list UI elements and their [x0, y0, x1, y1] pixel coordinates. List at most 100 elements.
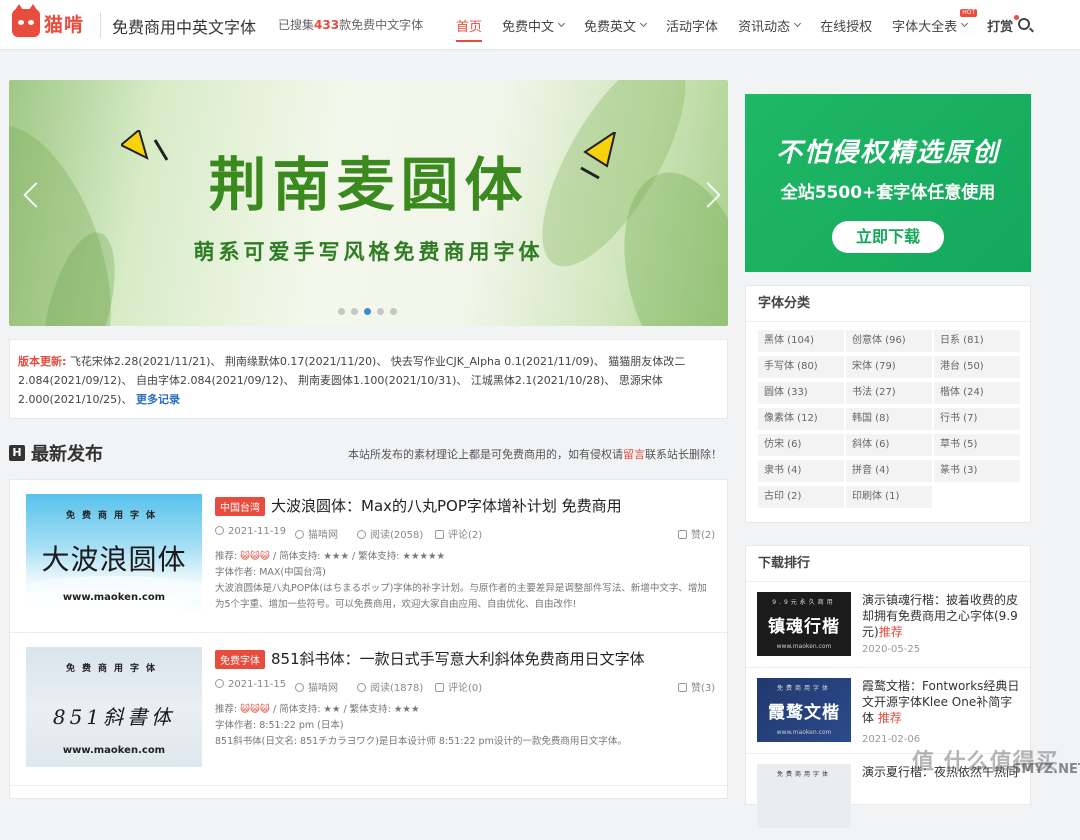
post-thumbnail[interactable]: 免费商用字体 大波浪圆体 www.maoken.com	[26, 494, 202, 614]
font-count-stats: 已搜集433款免费中文字体	[278, 18, 424, 32]
font-category-panel: 字体分类 黑体 (104) 创意体 (96) 日系 (81) 手写体 (80) 宋体 (…	[745, 285, 1031, 523]
ranking-date: 2020-05-25	[862, 644, 921, 655]
comment-icon	[435, 683, 444, 692]
hot-badge: HOT	[960, 9, 978, 17]
post-meta: 2021-11-15 猫啃网 阅读(1878) 评论(0) 赞(3)	[215, 679, 715, 694]
banner-subtitle: 萌系可爱手写风格免费商用字体	[193, 240, 544, 264]
site-header: 猫啃 免费商用中英文字体 已搜集433款免费中文字体 首页 免费中文 免费英文 …	[0, 0, 1080, 50]
panel-title: 字体分类	[746, 286, 1030, 322]
post-thumbnail[interactable]: 免费商用字体 851斜書体 www.maoken.com	[26, 647, 202, 767]
nav-online-license[interactable]: 在线授权	[820, 0, 872, 50]
logo-text: 猫啃	[44, 13, 85, 36]
hero-carousel[interactable]: 荆南麦圆体 萌系可爱手写风格免费商用字体	[9, 80, 728, 326]
main-nav: 首页 免费中文 免费英文 活动字体 资讯动态 在线授权 字体大全表 HOT 打赏	[456, 0, 1033, 50]
chevron-down-icon	[961, 19, 969, 27]
nav-news[interactable]: 资讯动态	[738, 0, 802, 50]
category-grid: 黑体 (104) 创意体 (96) 日系 (81) 手写体 (80) 宋体 (79) 港台…	[746, 322, 1030, 514]
post-author: 字体作者: 8:51:22 pm (日本)	[215, 720, 344, 731]
updates-text[interactable]: 飞花宋体2.28(2021/11/21)、 荆南缘默体0.17(2021/11/…	[18, 355, 685, 406]
category-tag[interactable]: 印刷体 (1)	[846, 486, 932, 508]
clock-icon	[215, 679, 224, 688]
nav-free-english[interactable]: 免费英文	[584, 0, 648, 50]
carousel-dot[interactable]	[351, 308, 358, 315]
post-category-badge[interactable]: 中国台湾	[215, 497, 265, 516]
category-tag[interactable]: 像素体 (12)	[758, 408, 844, 430]
watermark-url: SMYZ.NET	[1012, 762, 1080, 777]
nav-home[interactable]: 首页	[456, 0, 483, 50]
promo-ad[interactable]: 不怕侵权精选原创 全站5500+套字体任意使用 立即下载	[745, 94, 1031, 272]
post-title[interactable]: 851斜书体：一款日式手写意大利斜体免费商用日文字体	[271, 648, 645, 669]
category-tag[interactable]: 行书 (7)	[934, 408, 1020, 430]
thumbs-up-icon[interactable]	[678, 683, 687, 692]
carousel-dot[interactable]	[338, 308, 345, 315]
version-updates: 版本更新: 飞花宋体2.28(2021/11/21)、 荆南缘默体0.17(20…	[9, 339, 728, 419]
post-rating: 推荐: 😺😺😺 / 简体支持: ★★ / 繁体支持: ★★★	[215, 704, 420, 715]
category-tag[interactable]: 古印 (2)	[758, 486, 844, 508]
post-author: 字体作者: MAX(中国台湾)	[215, 567, 326, 578]
user-icon	[295, 530, 304, 539]
ranking-thumbnail[interactable]: 免费商用字体 霞鹜文楷 www.maoken.com	[757, 678, 851, 742]
chevron-down-icon	[794, 19, 802, 27]
category-tag[interactable]: 创意体 (96)	[846, 330, 932, 352]
ranking-thumbnail[interactable]: 9.9元永久商用 镇魂行楷 www.maoken.com	[757, 592, 851, 656]
more-records-link[interactable]: 更多记录	[136, 393, 180, 406]
panel-title: 下载排行	[746, 546, 1030, 582]
ranking-item[interactable]: 9.9元永久商用 镇魂行楷 www.maoken.com 演示镇魂行楷：披着收费…	[746, 582, 1030, 668]
category-tag[interactable]: 黑体 (104)	[758, 330, 844, 352]
nav-event-fonts[interactable]: 活动字体	[666, 0, 718, 50]
h-icon: H	[9, 445, 25, 461]
category-tag[interactable]: 港台 (50)	[934, 356, 1020, 378]
category-tag[interactable]: 手写体 (80)	[758, 356, 844, 378]
site-logo[interactable]: 猫啃	[12, 4, 85, 37]
eye-icon	[357, 530, 366, 539]
nav-free-chinese[interactable]: 免费中文	[502, 0, 566, 50]
ranking-item[interactable]: 免费商用字体 霞鹜文楷 www.maoken.com 霞鹜文楷：Fontwork…	[746, 668, 1030, 754]
ad-title: 不怕侵权精选原创	[775, 138, 1000, 168]
category-tag[interactable]: 拼音 (4)	[846, 460, 932, 482]
thumbs-up-icon[interactable]	[678, 530, 687, 539]
category-tag[interactable]: 日系 (81)	[934, 330, 1020, 352]
category-tag[interactable]: 圆体 (33)	[758, 382, 844, 404]
download-now-button[interactable]: 立即下载	[832, 221, 944, 253]
eye-icon	[357, 683, 366, 692]
post-list: 免费商用字体 大波浪圆体 www.maoken.com 中国台湾 大波浪圆体：M…	[9, 479, 728, 799]
clock-icon	[215, 526, 224, 535]
category-tag[interactable]: 书法 (27)	[846, 382, 932, 404]
site-title[interactable]: 免费商用中英文字体	[112, 14, 256, 38]
post-title[interactable]: 大波浪圆体：Max的八丸POP字体增补计划 免费商用	[271, 495, 622, 516]
post-category-badge[interactable]: 免费字体	[215, 650, 265, 669]
post-meta: 2021-11-19 猫啃网 阅读(2058) 评论(2) 赞(2)	[215, 526, 715, 541]
chevron-down-icon	[640, 19, 648, 27]
logo-divider	[100, 12, 101, 38]
category-tag[interactable]: 宋体 (79)	[846, 356, 932, 378]
ranking-title[interactable]: 演示镇魂行楷：披着收费的皮却拥有免费商用之心字体(9.9元)推荐	[862, 592, 1024, 640]
carousel-dot[interactable]	[390, 308, 397, 315]
latest-section-header: H 最新发布 本站所发布的素材理论上都是可免费商用的，如有侵权请留言联系站长删除…	[9, 440, 728, 466]
nav-font-list[interactable]: 字体大全表 HOT	[892, 0, 978, 50]
category-tag[interactable]: 仿宋 (6)	[758, 434, 844, 456]
carousel-dot-active[interactable]	[364, 308, 371, 315]
category-tag[interactable]: 楷体 (24)	[934, 382, 1020, 404]
chevron-down-icon	[557, 19, 566, 27]
post-excerpt: 为5个字重、增加一些符号。可以免费商用，欢迎大家自由应用、自由优化、自由改作!	[215, 599, 577, 610]
category-tag[interactable]: 隶书 (4)	[758, 460, 844, 482]
banner-title: 荆南麦圆体	[208, 151, 529, 219]
copyright-note: 本站所发布的素材理论上都是可免费商用的，如有侵权请留言联系站长删除！	[348, 448, 722, 461]
category-tag[interactable]: 篆书 (3)	[934, 460, 1020, 482]
user-icon	[295, 683, 304, 692]
carousel-dot[interactable]	[377, 308, 384, 315]
post-excerpt: 851斜书体(日文名: 851チカラヨワク)是日本设计师 8:51:22 pm设…	[215, 736, 627, 747]
post-excerpt: 大波浪圆体是八丸POP体(はちまるポップ)字体的补字计划。与原作者的主要差异是调…	[215, 583, 707, 594]
message-link[interactable]: 留言	[623, 448, 645, 461]
post-item[interactable]: 免费商用字体 851斜書体 www.maoken.com 免费字体 851斜书体…	[10, 633, 727, 786]
search-icon[interactable]	[1018, 18, 1030, 30]
category-tag[interactable]: 斜体 (6)	[846, 434, 932, 456]
section-title: 最新发布	[31, 444, 103, 465]
category-tag[interactable]: 草书 (5)	[934, 434, 1020, 456]
carousel-indicators	[338, 308, 403, 315]
ranking-thumbnail[interactable]: 免费商用字体	[757, 764, 851, 828]
post-item[interactable]: 免费商用字体 大波浪圆体 www.maoken.com 中国台湾 大波浪圆体：M…	[10, 480, 727, 633]
ranking-title[interactable]: 霞鹜文楷：Fontworks经典日文开源字体Klee One补简字体 推荐	[862, 678, 1024, 726]
category-tag[interactable]: 韩国 (8)	[846, 408, 932, 430]
nav-donate[interactable]: 打赏	[987, 0, 1020, 50]
